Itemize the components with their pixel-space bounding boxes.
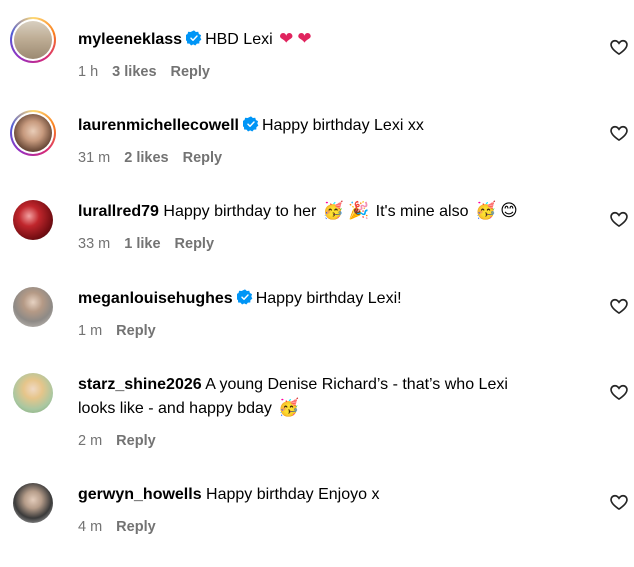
- avatar[interactable]: [10, 284, 56, 330]
- comment-text: Happy birthday Lexi xx: [261, 117, 424, 134]
- comment-likes-count[interactable]: 2 likes: [124, 150, 168, 166]
- party-popper-emoji: 🎉: [348, 201, 370, 220]
- heart-outline-icon[interactable]: [609, 209, 629, 229]
- heart-outline-icon[interactable]: [609, 296, 629, 316]
- comment-username[interactable]: gerwyn_howells: [78, 486, 202, 503]
- party-face-emoji: 🥳: [278, 398, 300, 417]
- heart-outline-icon[interactable]: [609, 492, 629, 512]
- avatar[interactable]: [10, 197, 56, 243]
- avatar[interactable]: [10, 480, 56, 526]
- heart-emoji: ❤: [279, 29, 294, 48]
- comment-timestamp: 33 m: [78, 236, 111, 252]
- party-face-emoji: 🥳: [474, 201, 497, 220]
- heart-outline-icon[interactable]: [609, 123, 629, 143]
- comment-username[interactable]: laurenmichellecowell: [78, 117, 239, 134]
- heart-emoji: ❤: [297, 29, 312, 48]
- party-face-emoji: 🥳: [322, 201, 344, 220]
- comment-username[interactable]: lurallred79: [78, 203, 159, 220]
- comment-text: A young Denise Richard’s - that’s who Le…: [205, 376, 508, 393]
- heart-outline-icon[interactable]: [609, 37, 629, 57]
- reply-button[interactable]: Reply: [116, 323, 156, 339]
- reply-button[interactable]: Reply: [175, 236, 215, 252]
- verified-badge-icon: [186, 30, 202, 46]
- comment-timestamp: 31 m: [78, 150, 111, 166]
- verified-badge-icon: [242, 116, 259, 132]
- comment-text: HBD Lexi: [205, 31, 273, 48]
- comment-username[interactable]: myleeneklass: [78, 31, 182, 48]
- comment-text: Happy birthday Lexi!: [255, 290, 402, 307]
- avatar[interactable]: [10, 370, 56, 416]
- comment-likes-count[interactable]: 3 likes: [112, 64, 156, 80]
- reply-button[interactable]: Reply: [183, 150, 223, 166]
- comment-text: Happy birthday Enjoyo x: [206, 486, 380, 503]
- avatar[interactable]: [10, 17, 56, 63]
- reply-button[interactable]: Reply: [171, 64, 211, 80]
- reply-button[interactable]: Reply: [116, 433, 156, 449]
- comment-timestamp: 1 m: [78, 323, 103, 339]
- comment-timestamp: 1 h: [78, 64, 99, 80]
- comment-username[interactable]: meganlouisehughes: [78, 290, 233, 307]
- comment-likes-count[interactable]: 1 like: [124, 236, 160, 252]
- comment-timestamp: 4 m: [78, 519, 103, 535]
- heart-outline-icon[interactable]: [609, 382, 629, 402]
- verified-badge-icon: [236, 289, 253, 305]
- smiling-face-emoji: 😊: [500, 201, 518, 220]
- comment-text: Happy birthday to her: [163, 203, 317, 220]
- comment-timestamp: 2 m: [78, 433, 103, 449]
- comment-text: looks like - and happy bday: [78, 400, 272, 417]
- comment-username[interactable]: starz_shine2026: [78, 376, 202, 393]
- avatar[interactable]: [10, 110, 56, 156]
- reply-button[interactable]: Reply: [116, 519, 156, 535]
- comment-text: It's mine also: [375, 203, 469, 220]
